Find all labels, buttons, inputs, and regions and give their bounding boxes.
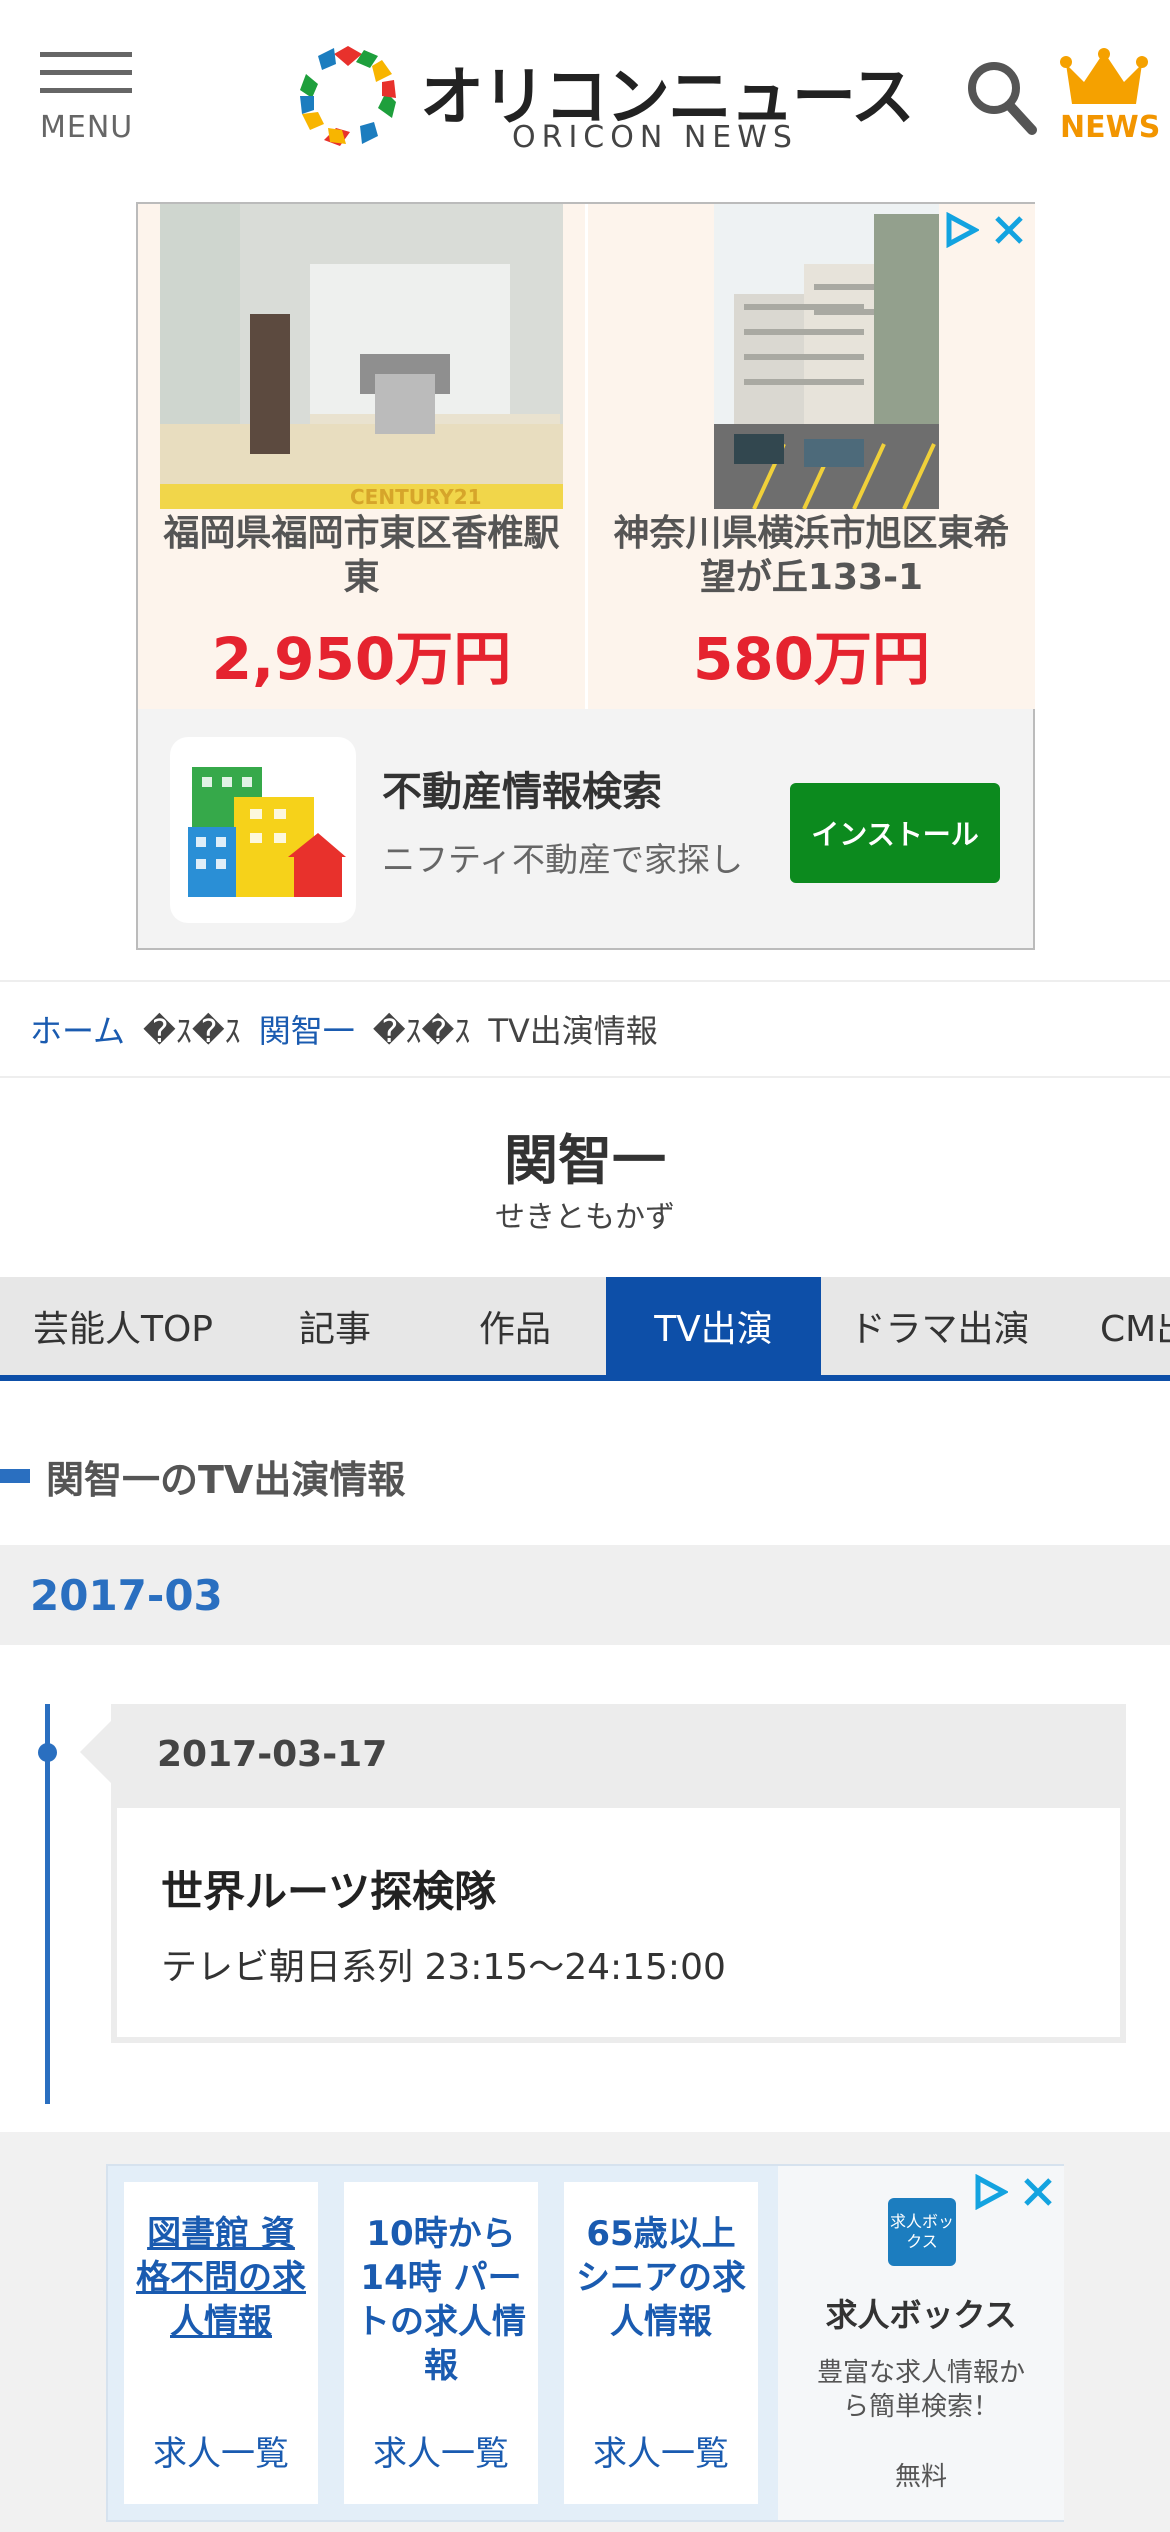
broadcast-detail: テレビ朝日系列 23:15〜24:15:00 bbox=[161, 1947, 726, 1988]
profile-tabs: 芸能人TOP 記事 作品 TV出演 ドラマ出演 CM出演 bbox=[0, 1277, 1170, 1381]
menu-label: MENU bbox=[40, 110, 134, 145]
section-heading-text: 関智一のTV出演情報 bbox=[46, 1457, 406, 1502]
breadcrumb-separator: �ｽ�ｽ bbox=[143, 1012, 241, 1050]
section-accent-bar bbox=[0, 1469, 30, 1483]
ad-listing-title: 福岡県福岡市東区香椎駅東 bbox=[163, 513, 560, 598]
news-label: NEWS bbox=[1060, 110, 1161, 145]
ad-brand-description: 豊富な求人情報から簡単検索！ bbox=[816, 2358, 1025, 2422]
news-ranking-button[interactable]: NEWS bbox=[1056, 48, 1160, 148]
tab-drama[interactable]: ドラマ出演 bbox=[821, 1277, 1058, 1375]
job-ad-link[interactable]: 求人一覧 bbox=[564, 2426, 758, 2475]
ad-choices[interactable] bbox=[972, 2174, 1054, 2210]
breadcrumb-person-link[interactable]: 関智一 bbox=[259, 1006, 355, 1052]
person-name: 関智一 bbox=[504, 1129, 666, 1192]
oricon-logo-icon bbox=[300, 46, 396, 146]
timeline-pointer bbox=[80, 1720, 112, 1784]
top-advertisement[interactable]: CENTURY21 福岡県福岡市東区香椎駅東 2,950万円 神奈川県横浜市旭区… bbox=[136, 202, 1035, 950]
ad-brand-price: 無料 bbox=[894, 2462, 947, 2492]
adchoices-icon[interactable] bbox=[972, 2174, 1008, 2210]
ad-brand-name: 求人ボックス bbox=[825, 2296, 1017, 2334]
oricon-news-logo[interactable]: オリコンニュース ORICON NEWS bbox=[296, 42, 915, 157]
ad-listing-2[interactable]: 神奈川県横浜市旭区東希望が丘133-1 580万円 bbox=[588, 204, 1035, 709]
job-ad-text[interactable]: 図書館 資格不問の求人情報 bbox=[124, 2212, 318, 2344]
apartment-interior-photo: CENTURY21 bbox=[160, 204, 563, 509]
ad-listing-price: 580万円 bbox=[692, 625, 931, 693]
program-title: 世界ルーツ探検隊 bbox=[161, 1867, 497, 1916]
timeline-dot bbox=[38, 1743, 57, 1762]
tab-tv[interactable]: TV出演 bbox=[606, 1277, 821, 1375]
job-ad-card[interactable]: 65歳以上シニアの求人情報 求人一覧 bbox=[564, 2182, 758, 2504]
tab-works[interactable]: 作品 bbox=[424, 1277, 606, 1375]
bottom-advertisement[interactable]: 図書館 資格不問の求人情報 求人一覧 10時から14時 パートの求人情報 求人一… bbox=[106, 2164, 1064, 2522]
section-heading: 関智一のTV出演情報 bbox=[0, 1448, 405, 1504]
job-ad-card[interactable]: 図書館 資格不問の求人情報 求人一覧 bbox=[124, 2182, 318, 2504]
ad-choices[interactable] bbox=[943, 212, 1025, 248]
site-header: MENU オリコンニュース ORICON NEWS NEWS bbox=[0, 0, 1170, 196]
app-name: 不動産情報検索 bbox=[382, 769, 662, 815]
ad-listing-title: 神奈川県横浜市旭区東希望が丘133-1 bbox=[613, 513, 1010, 598]
ad-listing-1[interactable]: CENTURY21 福岡県福岡市東区香椎駅東 2,950万円 bbox=[138, 204, 585, 709]
breadcrumb-current: TV出演情報 bbox=[488, 1012, 658, 1050]
breadcrumb: ホーム �ｽ�ｽ 関智一 �ｽ�ｽ TV出演情報 bbox=[0, 980, 1170, 1078]
tab-top[interactable]: 芸能人TOP bbox=[0, 1277, 246, 1375]
install-button[interactable]: インストール bbox=[790, 783, 1000, 883]
hamburger-icon bbox=[40, 52, 140, 93]
ad-listing-price: 2,950万円 bbox=[211, 625, 512, 693]
job-ad-link[interactable]: 求人一覧 bbox=[124, 2426, 318, 2475]
century21-watermark: CENTURY21 bbox=[350, 485, 482, 509]
timeline-entry: 2017-03-17 世界ルーツ探検隊 テレビ朝日系列 23:15〜24:15:… bbox=[111, 1704, 1126, 2043]
tab-articles[interactable]: 記事 bbox=[246, 1277, 424, 1375]
timeline-line bbox=[45, 1704, 50, 2104]
breadcrumb-home-link[interactable]: ホーム bbox=[30, 1006, 125, 1052]
buildings-icon bbox=[188, 767, 346, 897]
close-icon[interactable] bbox=[993, 214, 1025, 246]
apartment-building-photo bbox=[714, 204, 939, 509]
adchoices-icon[interactable] bbox=[943, 212, 979, 248]
entry-date: 2017-03-17 bbox=[157, 1734, 388, 1775]
ad-app-promo[interactable]: 不動産情報検索 ニフティ不動産で家探し インストール bbox=[138, 709, 1033, 948]
job-ad-link[interactable]: 求人一覧 bbox=[344, 2426, 538, 2475]
menu-button[interactable]: MENU bbox=[40, 52, 140, 152]
month-header: 2017-03 bbox=[0, 1545, 1170, 1645]
search-button[interactable] bbox=[964, 56, 1040, 136]
entry-body: 世界ルーツ探検隊 テレビ朝日系列 23:15〜24:15:00 bbox=[117, 1808, 1120, 2037]
close-icon[interactable] bbox=[1022, 2176, 1054, 2208]
job-ad-text[interactable]: 65歳以上シニアの求人情報 bbox=[564, 2212, 758, 2344]
ad-brand-panel[interactable]: 求人ボックス 求人ボックス 豊富な求人情報から簡単検索！ 無料 bbox=[778, 2166, 1064, 2520]
breadcrumb-separator: �ｽ�ｽ bbox=[372, 1012, 471, 1050]
logo-english-text: ORICON NEWS bbox=[512, 120, 798, 155]
job-ad-text[interactable]: 10時から14時 パートの求人情報 bbox=[344, 2212, 538, 2388]
job-ad-card[interactable]: 10時から14時 パートの求人情報 求人一覧 bbox=[344, 2182, 538, 2504]
app-description: ニフティ不動産で家探し bbox=[382, 840, 744, 879]
tab-cm[interactable]: CM出演 bbox=[1058, 1277, 1170, 1375]
person-kana: せきともかず bbox=[495, 1200, 675, 1235]
search-icon bbox=[968, 62, 1037, 135]
crown-icon bbox=[1060, 48, 1148, 104]
kyujin-box-logo: 求人ボックス bbox=[888, 2198, 956, 2266]
app-icon bbox=[170, 737, 356, 923]
